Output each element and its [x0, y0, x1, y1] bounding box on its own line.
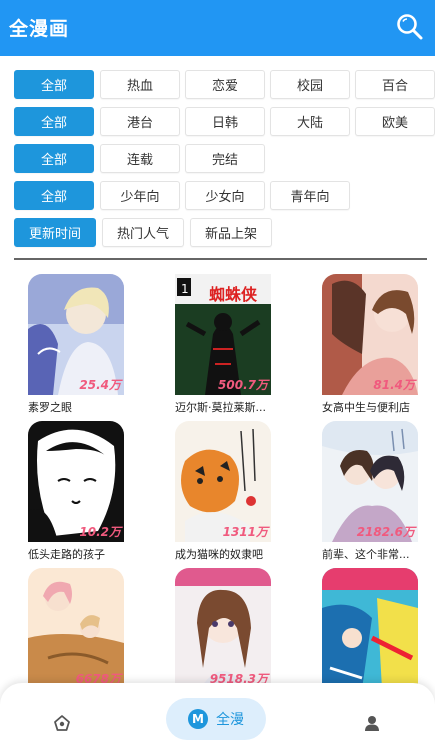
filter-genre-hot[interactable]: 热血	[100, 70, 180, 99]
search-icon[interactable]	[395, 12, 425, 42]
comic-cover[interactable]: 81.4万	[322, 274, 418, 395]
comic-cover[interactable]: 6678万	[28, 568, 124, 689]
app-header: 全漫画	[0, 0, 435, 56]
filter-audience-all[interactable]: 全部	[14, 181, 94, 210]
home-icon	[54, 715, 70, 731]
filter-audience-shonen[interactable]: 少年向	[100, 181, 180, 210]
comic-title: 迈尔斯·莫拉莱斯...	[175, 401, 266, 414]
comic-card[interactable]: 10.2万 低头走路的孩子	[28, 421, 148, 562]
filter-panel: 全部 热血 恋爱 校园 百合 全部 港台 日韩 大陆 欧美 全部 连载 完结 全…	[0, 67, 435, 252]
filter-genre-romance[interactable]: 恋爱	[185, 70, 265, 99]
user-icon	[365, 716, 379, 731]
divider	[14, 258, 427, 260]
filter-region-western[interactable]: 欧美	[355, 107, 435, 136]
cover-title-text: 蜘蛛侠	[209, 285, 258, 304]
view-count: 10.2万	[79, 525, 121, 539]
comic-cover[interactable]	[322, 568, 418, 689]
comic-card[interactable]: 蜘蛛侠 1 500.7万 迈尔斯·莫拉莱斯...	[175, 274, 295, 415]
comic-cover[interactable]: 2182.6万	[322, 421, 418, 542]
filter-row-region: 全部 港台 日韩 大陆 欧美	[0, 104, 435, 141]
filter-status-ongoing[interactable]: 连载	[100, 144, 180, 173]
comic-title: 女高中生与便利店	[322, 401, 410, 414]
comic-card[interactable]: 1311万 成为猫咪的奴隶吧	[175, 421, 295, 562]
comic-cover[interactable]: 9518.3万	[175, 568, 271, 689]
sort-popular[interactable]: 热门人气	[102, 218, 184, 247]
filter-row-sort: 更新时间 热门人气 新品上架	[0, 215, 435, 252]
comic-cover[interactable]: 10.2万	[28, 421, 124, 542]
filter-genre-all[interactable]: 全部	[14, 70, 94, 99]
filter-row-audience: 全部 少年向 少女向 青年向	[0, 178, 435, 215]
filter-region-all[interactable]: 全部	[14, 107, 94, 136]
tab-quanman[interactable]: M 全漫	[166, 698, 266, 740]
filter-genre-campus[interactable]: 校园	[270, 70, 350, 99]
comic-card[interactable]	[322, 568, 435, 693]
comic-cover[interactable]: 蜘蛛侠 1 500.7万	[175, 274, 271, 395]
comic-cover[interactable]: 25.4万	[28, 274, 124, 395]
view-count: 25.4万	[79, 378, 121, 392]
filter-region-mainland[interactable]: 大陆	[270, 107, 350, 136]
comic-title: 素罗之眼	[28, 401, 72, 414]
filter-genre-yuri[interactable]: 百合	[355, 70, 435, 99]
filter-status-finished[interactable]: 完结	[185, 144, 265, 173]
filter-region-hktw[interactable]: 港台	[100, 107, 180, 136]
filter-region-jpkr[interactable]: 日韩	[185, 107, 265, 136]
comic-title: 低头走路的孩子	[28, 548, 105, 561]
tab-label: 全漫	[216, 712, 244, 728]
comic-card[interactable]: 6678万	[28, 568, 148, 693]
comic-card[interactable]: 9518.3万	[175, 568, 295, 693]
comic-card[interactable]: 81.4万 女高中生与便利店	[322, 274, 435, 415]
app-title: 全漫画	[9, 18, 70, 40]
sort-update-time[interactable]: 更新时间	[14, 218, 96, 247]
filter-audience-seinen[interactable]: 青年向	[270, 181, 350, 210]
tab-profile[interactable]	[352, 703, 392, 743]
sort-new-arrivals[interactable]: 新品上架	[190, 218, 272, 247]
filter-status-all[interactable]: 全部	[14, 144, 94, 173]
comic-card[interactable]: 25.4万 素罗之眼	[28, 274, 148, 415]
comic-cover[interactable]: 1311万	[175, 421, 271, 542]
m-icon: M	[188, 709, 208, 729]
filter-audience-shojo[interactable]: 少女向	[185, 181, 265, 210]
bottom-tab-bar: M 全漫	[0, 683, 435, 755]
view-count: 81.4万	[373, 378, 415, 392]
view-count: 500.7万	[218, 378, 268, 392]
comic-card[interactable]: 2182.6万 前辈、这个非常...	[322, 421, 435, 562]
view-count: 2182.6万	[356, 525, 415, 539]
comic-title: 成为猫咪的奴隶吧	[175, 548, 263, 561]
view-count: 1311万	[222, 525, 268, 539]
svg-text:1: 1	[181, 282, 189, 296]
filter-row-genre: 全部 热血 恋爱 校园 百合	[0, 67, 435, 104]
filter-row-status: 全部 连载 完结	[0, 141, 435, 178]
comic-title: 前辈、这个非常...	[322, 548, 410, 561]
tab-home[interactable]	[42, 703, 82, 743]
